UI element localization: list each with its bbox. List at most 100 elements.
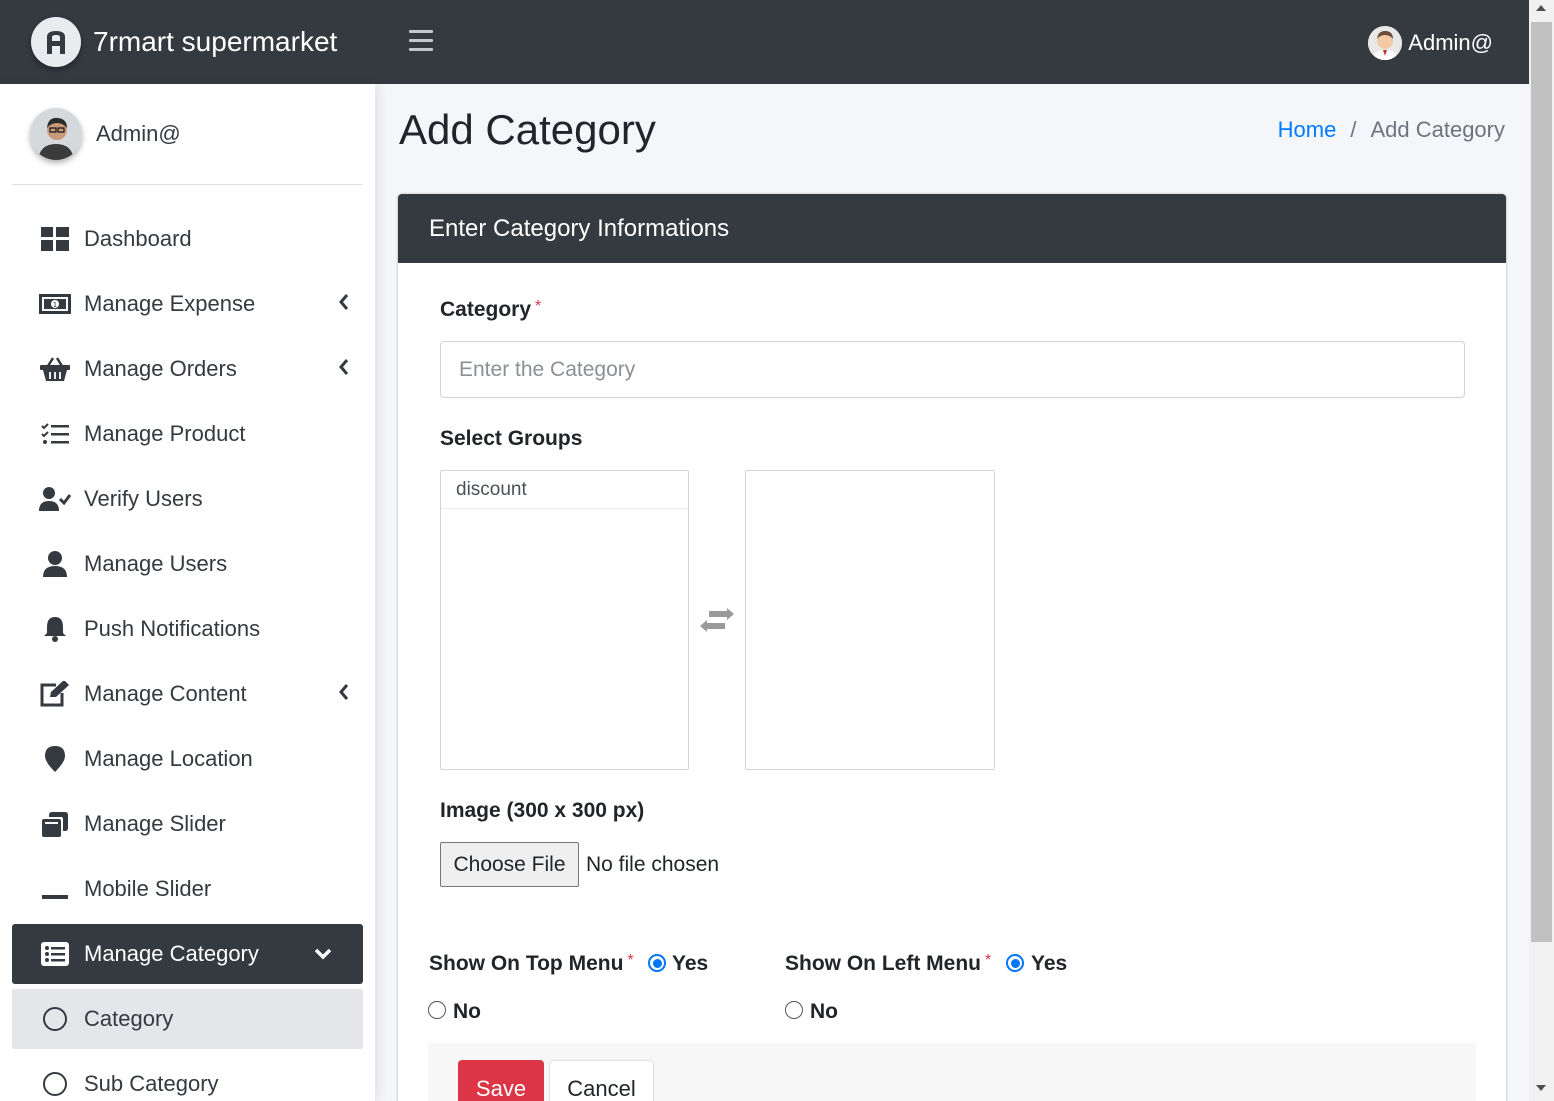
sidebar-item-category[interactable]: Category (12, 989, 363, 1049)
top-user-name: Admin@ (1408, 30, 1493, 55)
money-icon: 1 (39, 290, 71, 318)
choose-file-button[interactable]: Choose File (440, 842, 579, 887)
list-alt-icon (39, 940, 71, 968)
sidebar: Admin@ Dashboard 1 Manage Expense Manage… (0, 84, 375, 1101)
top-menu-yes-radio[interactable] (648, 954, 666, 972)
sidebar-item-manage-slider[interactable]: Manage Slider (12, 791, 363, 856)
scroll-up-icon[interactable] (1536, 5, 1546, 11)
image-label: Image (300 x 300 px) (440, 799, 645, 822)
left-menu-label: Show On Left Menu * (785, 952, 991, 976)
sidebar-item-label: Manage Product (84, 420, 246, 446)
top-menu-no-label: No (453, 1000, 481, 1023)
circle-icon (39, 1005, 71, 1033)
map-marker-icon (39, 745, 71, 773)
chevron-left-icon (339, 294, 349, 310)
sidebar-item-label: Manage Orders (84, 355, 237, 381)
bell-icon (39, 615, 71, 643)
sidebar-item-push-notifications[interactable]: Push Notifications (12, 596, 363, 661)
left-menu-yes-radio[interactable] (1006, 954, 1024, 972)
list-check-icon (39, 420, 71, 448)
sidebar-item-label: Manage Users (84, 550, 228, 576)
sidebar-item-label: Manage Location (84, 745, 253, 771)
breadcrumb-separator: / (1350, 117, 1357, 142)
category-input[interactable] (440, 341, 1465, 398)
sidebar-item-label: Mobile Slider (84, 875, 212, 901)
sidebar-item-manage-expense[interactable]: 1 Manage Expense (12, 271, 363, 336)
circle-icon (39, 1070, 71, 1098)
sidebar-item-label: Manage Expense (84, 290, 256, 316)
sidebar-item-manage-location[interactable]: Manage Location (12, 726, 363, 791)
card-title: Enter Category Informations (429, 214, 730, 242)
page-title: Add Category (399, 106, 656, 153)
sidebar-item-dashboard[interactable]: Dashboard (12, 206, 363, 271)
file-status: No file chosen (586, 853, 720, 876)
breadcrumb: Home / Add Category (1278, 117, 1505, 143)
sidebar-item-label: Dashboard (84, 225, 192, 251)
sidebar-item-label: Manage Slider (84, 810, 226, 836)
top-menu-label-text: Show On Top Menu (429, 952, 624, 975)
scrollbar-thumb[interactable] (1531, 22, 1552, 942)
edit-icon (39, 680, 71, 708)
sidebar-item-label: Category (84, 1006, 174, 1031)
sidebar-item-label: Manage Category (84, 941, 259, 966)
swap-arrows-icon[interactable] (699, 608, 735, 632)
save-button[interactable]: Save (458, 1060, 544, 1101)
avatar (1368, 26, 1403, 60)
sidebar-item-verify-users[interactable]: Verify Users (12, 466, 363, 531)
user-icon (39, 550, 71, 578)
basket-icon (39, 355, 71, 383)
sidebar-item-manage-orders[interactable]: Manage Orders (12, 336, 363, 401)
top-menu-label: Show On Top Menu * (429, 952, 634, 976)
sidebar-item-manage-product[interactable]: Manage Product (12, 401, 363, 466)
sidebar-user-panel[interactable]: Admin@ (12, 84, 363, 185)
category-label: Category * (440, 298, 541, 322)
cancel-button[interactable]: Cancel (549, 1060, 654, 1101)
chevron-left-icon (339, 684, 349, 700)
sidebar-item-label: Manage Content (84, 680, 247, 706)
sidebar-item-manage-category[interactable]: Manage Category (12, 924, 363, 984)
scroll-down-icon[interactable] (1536, 1085, 1546, 1091)
top-navbar: Admin@ (375, 0, 1529, 84)
left-menu-no-radio[interactable] (785, 1001, 803, 1019)
breadcrumb-home-link[interactable]: Home (1278, 117, 1337, 143)
form-footer: Save Cancel (428, 1043, 1476, 1101)
card-header: Enter Category Informations (398, 194, 1506, 263)
user-check-icon (39, 485, 71, 513)
sidebar-user-name: Admin@ (96, 121, 181, 146)
sidebar-item-mobile-slider[interactable]: Mobile Slider (12, 856, 363, 921)
svg-text:1: 1 (53, 301, 57, 309)
available-groups-list[interactable]: discount (440, 470, 689, 770)
sidebar-item-label: Push Notifications (84, 615, 261, 641)
sidebar-nav: Dashboard 1 Manage Expense Manage Orders… (12, 206, 363, 1101)
top-menu-yes-label: Yes (672, 952, 709, 975)
left-menu-label-text: Show On Left Menu (785, 952, 981, 975)
left-menu-no-label: No (810, 1000, 838, 1023)
sidebar-item-label: Verify Users (84, 485, 203, 511)
required-mark: * (984, 952, 992, 969)
menu-toggle-icon[interactable] (409, 30, 433, 52)
left-menu-yes-label: Yes (1031, 952, 1068, 975)
copy-icon (39, 810, 71, 838)
brand-logo-icon (31, 17, 81, 67)
sidebar-item-label: Sub Category (84, 1071, 219, 1096)
selected-groups-list[interactable] (745, 470, 995, 770)
list-item[interactable]: discount (441, 471, 688, 509)
breadcrumb-current: Add Category (1370, 117, 1505, 142)
sidebar-item-sub-category[interactable]: Sub Category (12, 1054, 363, 1101)
required-mark: * (535, 298, 542, 315)
brand[interactable]: 7rmart supermarket (0, 0, 375, 84)
page-scrollbar[interactable] (1529, 0, 1554, 1101)
category-form-card: Enter Category Informations Category* Se… (398, 194, 1506, 1101)
sidebar-item-manage-users[interactable]: Manage Users (12, 531, 363, 596)
chevron-left-icon (339, 359, 349, 375)
avatar (30, 108, 82, 160)
minus-icon (39, 875, 71, 903)
required-mark: * (627, 952, 634, 969)
category-label-text: Category (440, 298, 532, 321)
select-groups-label: Select Groups (440, 427, 583, 450)
brand-name: 7rmart supermarket (93, 26, 338, 57)
top-user-menu[interactable]: Admin@ (1368, 26, 1493, 60)
sidebar-item-manage-content[interactable]: Manage Content (12, 661, 363, 726)
top-menu-no-radio[interactable] (428, 1001, 446, 1019)
chevron-down-icon (314, 948, 332, 960)
